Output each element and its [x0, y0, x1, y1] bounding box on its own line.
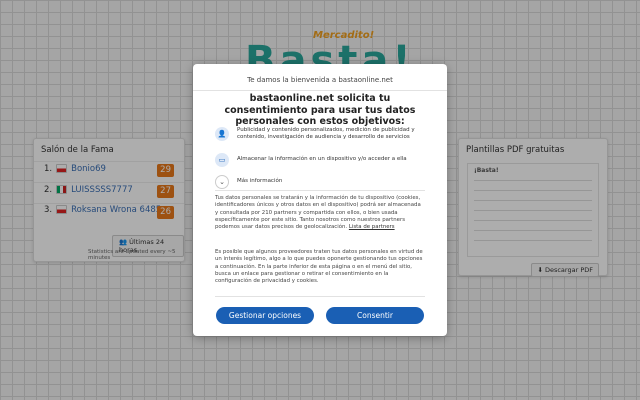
person-icon: 👤 [215, 127, 229, 141]
more-info-toggle[interactable]: ⌄ Más información [215, 175, 425, 189]
purpose-text: Almacenar la información en un dispositi… [237, 156, 407, 162]
divider [215, 190, 425, 191]
consent-dialog: Te damos la bienvenida a bastaonline.net… [193, 64, 447, 336]
purpose-item: ▭ Almacenar la información en un disposi… [215, 153, 425, 167]
welcome-text: Te damos la bienvenida a bastaonline.net [247, 76, 393, 84]
consent-paragraph-1: Tus datos personales se tratarán y la in… [215, 195, 425, 231]
more-info-label: Más información [237, 178, 283, 184]
purpose-item: 👤 Publicidad y contenido personalizados,… [215, 127, 425, 147]
manage-options-button[interactable]: Gestionar opciones [216, 307, 314, 324]
divider [193, 90, 447, 91]
consent-paragraph-2: Es posible que algunos proveedores trate… [215, 249, 423, 285]
consent-button[interactable]: Consentir [326, 307, 424, 324]
divider [215, 296, 425, 297]
consent-heading: bastaonline.net solicita tu consentimien… [224, 93, 416, 127]
partners-list-link[interactable]: Lista de partners [349, 224, 395, 230]
purpose-text: Publicidad y contenido personalizados, m… [237, 127, 415, 140]
chevron-down-icon: ⌄ [215, 175, 229, 189]
device-icon: ▭ [215, 153, 229, 167]
